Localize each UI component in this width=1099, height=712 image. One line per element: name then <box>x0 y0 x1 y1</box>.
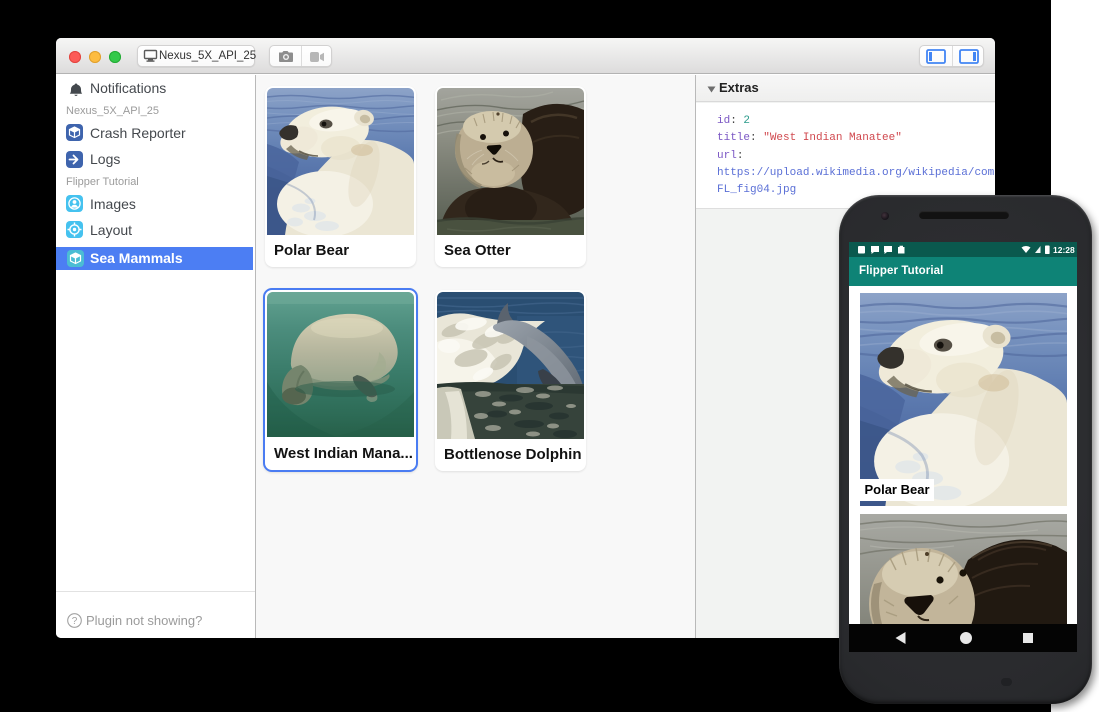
svg-text:?: ? <box>72 616 78 627</box>
svg-text:12:28: 12:28 <box>1053 245 1075 255</box>
